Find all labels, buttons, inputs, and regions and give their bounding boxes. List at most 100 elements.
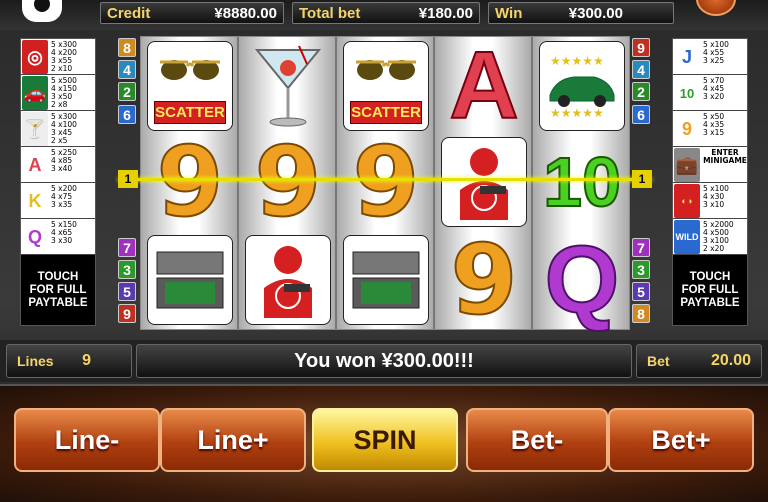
spin-button[interactable]: SPIN [312, 408, 458, 472]
payline-number-right: 1 [632, 170, 652, 188]
paytable-values: 5 x100 4 x30 3 x10 [703, 184, 729, 209]
target-icon: ◎ [22, 40, 48, 74]
sunglasses-scatter-symbol: SCATTER [343, 41, 429, 131]
ten-symbol: 10 [679, 85, 695, 101]
paytable-values: 5 x200 4 x75 3 x35 [51, 184, 77, 209]
line-badge[interactable]: 7 [632, 237, 650, 257]
win-message: You won ¥300.00!!! [136, 344, 632, 378]
bet-display: Bet 20.00 [636, 344, 762, 378]
reel-4: A 9 [435, 31, 533, 337]
letter-q-symbol: Q [27, 226, 42, 247]
paytable-row: ◐◑ 5 x100 4 x30 3 x10 [673, 183, 747, 219]
win-message-text: You won ¥300.00!!! [294, 349, 474, 372]
briefcase-symbol [147, 235, 233, 325]
menu-button[interactable] [696, 0, 736, 16]
reels-area: SCATTER 9 9 SCATTER 9 A 9 ★★★★★ ★★★★★ 10… [140, 31, 630, 337]
lines-value: 9 [82, 352, 91, 369]
total-bet-label: Total bet [299, 4, 361, 22]
lines-label: Lines [17, 353, 54, 369]
line-badge[interactable]: 8 [118, 38, 136, 57]
target-icon [264, 246, 312, 318]
martini-icon [254, 45, 322, 127]
total-bet-value: ¥180.00 [418, 4, 473, 22]
letter-a-symbol: A [448, 31, 519, 140]
paytable-row: 🚗 5 x500 4 x150 3 x50 2 x8 [21, 75, 95, 111]
paytable-row: 🍸 5 x300 4 x100 3 x45 2 x5 [21, 111, 95, 147]
paytable-row: K 5 x200 4 x75 3 x35 [21, 183, 95, 219]
logo-mark [34, 0, 50, 12]
paytable-values: 5 x300 4 x100 3 x45 2 x5 [51, 112, 77, 145]
paytable-row: 9 5 x50 4 x35 3 x15 [673, 111, 747, 147]
line-badge[interactable]: 9 [118, 304, 136, 324]
paytable-row: ◎ 5 x300 4 x200 3 x55 2 x10 [21, 39, 95, 75]
info-bar: Lines 9 You won ¥300.00!!! Bet 20.00 [0, 340, 768, 382]
target-icon [460, 148, 508, 220]
line-plus-button[interactable]: Line+ [160, 408, 306, 472]
line-badge[interactable]: 2 [632, 82, 650, 102]
car-icon: ★★★★★ ★★★★★ [549, 54, 615, 120]
total-bet-display: Total bet ¥180.00 [292, 2, 480, 24]
paytable-values: ENTER MINIGAME [703, 148, 747, 165]
briefcase-icon: 💼 [674, 148, 700, 182]
target-symbol [245, 235, 331, 325]
line-badge[interactable]: 3 [118, 259, 136, 279]
scatter-label: SCATTER [350, 101, 422, 124]
reel-2: 9 [239, 37, 337, 329]
paytable-row: 10 5 x70 4 x45 3 x20 [673, 75, 747, 111]
scatter-icon: ◐◑ [674, 184, 700, 218]
bet-plus-button[interactable]: Bet+ [608, 408, 754, 472]
credit-label: Credit [107, 4, 151, 22]
paytable-values: 5 x50 4 x35 3 x15 [703, 112, 725, 137]
paytable-row: Q 5 x150 4 x65 3 x30 [21, 219, 95, 255]
line-badge[interactable]: 7 [118, 237, 136, 257]
top-bar: Credit ¥8880.00 Total bet ¥180.00 Win ¥3… [0, 0, 768, 30]
sunglasses-icon [160, 60, 220, 80]
briefcase-icon [352, 251, 420, 309]
line-badge[interactable]: 5 [118, 282, 136, 302]
right-paytable[interactable]: J5 x100 4 x55 3 x25 10 5 x70 4 x45 3 x20 … [672, 38, 748, 326]
paytable-values: 5 x100 4 x55 3 x25 [703, 40, 729, 65]
line-badge[interactable]: 8 [632, 304, 650, 324]
reel-1: SCATTER 9 [141, 37, 239, 329]
logo [22, 0, 62, 22]
sunglasses-icon [356, 60, 416, 80]
target-symbol [441, 137, 527, 227]
letter-k-symbol: K [28, 190, 42, 211]
line-badge[interactable]: 3 [632, 259, 650, 279]
briefcase-icon [156, 251, 224, 309]
line-badge[interactable]: 6 [632, 104, 650, 124]
nine-symbol: 9 [681, 118, 692, 139]
sunglasses-scatter-symbol: SCATTER [147, 41, 233, 131]
lines-display: Lines 9 [6, 344, 132, 378]
slot-machine: Credit ¥8880.00 Total bet ¥180.00 Win ¥3… [0, 0, 768, 502]
line-badge[interactable]: 6 [118, 104, 136, 124]
left-paytable[interactable]: ◎ 5 x300 4 x200 3 x55 2 x10 🚗 5 x500 4 x15… [20, 38, 96, 326]
nine-symbol: 9 [450, 223, 519, 337]
paytable-values: 5 x150 4 x65 3 x30 [51, 220, 77, 245]
scatter-label: SCATTER [154, 101, 226, 124]
full-paytable-button[interactable]: TOUCH FOR FULL PAYTABLE [21, 255, 95, 325]
briefcase-symbol [343, 235, 429, 325]
line-badge[interactable]: 4 [632, 60, 650, 80]
letter-j-symbol: J [681, 46, 692, 67]
win-display: Win ¥300.00 [488, 2, 674, 24]
nine-symbol: 9 [156, 125, 225, 239]
line-badge[interactable]: 9 [632, 38, 650, 57]
car-icon: 🚗 [22, 76, 48, 110]
paytable-row: A 5 x250 4 x85 3 x40 [21, 147, 95, 183]
line-badge[interactable]: 4 [118, 60, 136, 80]
credit-display: Credit ¥8880.00 [100, 2, 284, 24]
wild-icon: WILD [674, 220, 700, 254]
paytable-values: 5 x250 4 x85 3 x40 [51, 148, 77, 173]
svg-text:★★★★★: ★★★★★ [550, 54, 604, 68]
full-paytable-button[interactable]: TOUCH FOR FULL PAYTABLE [673, 255, 747, 325]
line-badge[interactable]: 5 [632, 282, 650, 302]
payline-number-left: 1 [118, 170, 138, 188]
letter-a-symbol: A [28, 154, 42, 175]
credit-value: ¥8880.00 [214, 4, 277, 22]
reel-5: ★★★★★ ★★★★★ 10 Q [533, 37, 629, 334]
line-minus-button[interactable]: Line- [14, 408, 160, 472]
nine-symbol: 9 [352, 125, 421, 239]
bet-minus-button[interactable]: Bet- [466, 408, 608, 472]
line-badge[interactable]: 2 [118, 82, 136, 102]
